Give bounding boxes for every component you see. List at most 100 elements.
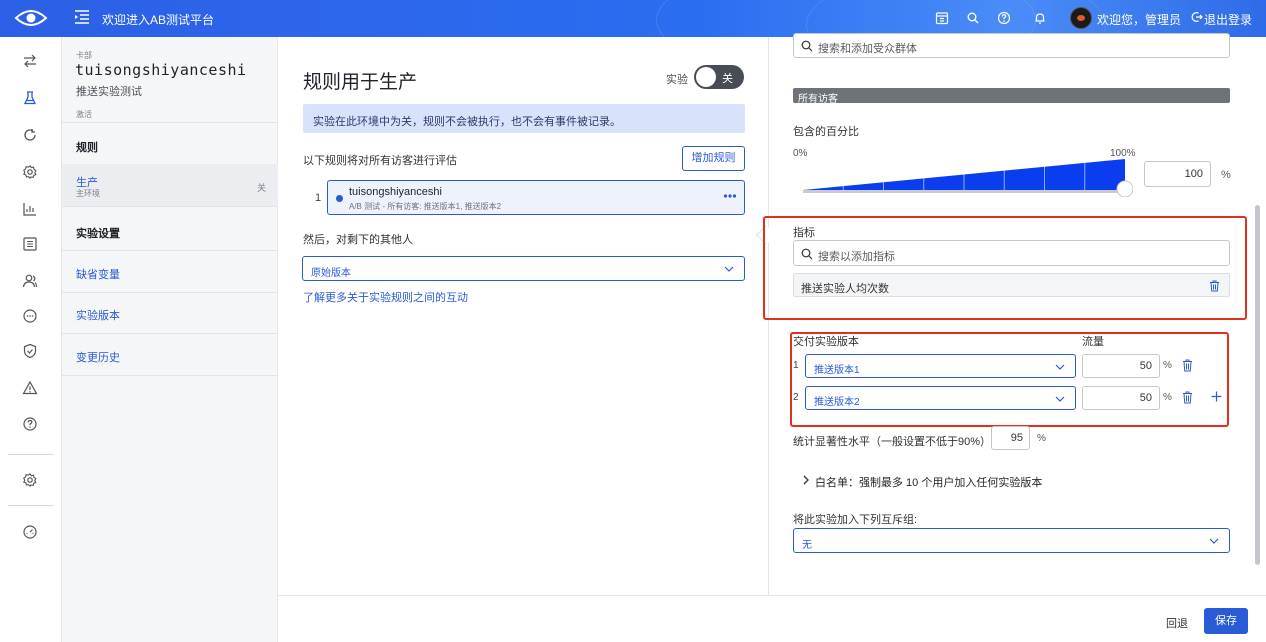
variation-name: 推送版本2 [814, 397, 860, 408]
then-text: 然后，对剩下的其他人 [303, 234, 413, 246]
calendar-icon[interactable] [935, 11, 949, 25]
header-decoration-2 [806, 0, 1106, 37]
traffic-label: 流量 [1082, 336, 1104, 348]
traffic-unit: % [1163, 392, 1172, 403]
settings-icon[interactable] [22, 472, 38, 488]
mutex-label: 将此实验加入下列互斥组: [793, 514, 918, 526]
nav-item-default-vars[interactable]: 缺省变量 [76, 266, 120, 282]
rule-name: tuisongshiyanceshi [349, 186, 442, 198]
mutex-select[interactable]: 无 [793, 528, 1230, 553]
save-button[interactable]: 保存 [1204, 608, 1248, 634]
percent-input[interactable]: 100 [1144, 161, 1211, 187]
learn-more-link[interactable]: 了解更多关于实验规则之间的互动 [303, 289, 468, 305]
experiment-toggle[interactable]: 关 [694, 65, 744, 89]
trash-icon[interactable] [1182, 391, 1193, 404]
rail-divider [8, 454, 54, 455]
variation-index: 1 [793, 360, 799, 371]
rules-panel: 规则用于生产 实验 关 实验在此环境中为关，规则不会被执行，也不会有事件被记录。… [278, 37, 768, 595]
shield-icon[interactable] [22, 343, 38, 359]
rule-detail-panel: 搜索和添加受众群体 所有访客 包含的百分比 0% 100% 100 % 指标 搜… [763, 33, 1255, 595]
toggle-knob [696, 67, 716, 87]
traffic-input-1[interactable]: 50 [1082, 354, 1160, 378]
trash-icon[interactable] [1182, 359, 1193, 372]
nav-item-history[interactable]: 变更历史 [76, 349, 120, 365]
welcome-text: 欢迎您，管理员 [1097, 13, 1182, 27]
nav-divider [62, 122, 278, 123]
rule-index: 1 [315, 192, 322, 204]
logout-icon[interactable] [1191, 11, 1203, 23]
variation-select-2[interactable]: 推送版本2 [805, 386, 1076, 410]
users-icon[interactable] [22, 273, 38, 289]
scrollbar[interactable] [1255, 205, 1260, 565]
trash-icon[interactable] [1209, 280, 1220, 292]
audience-placeholder: 搜索和添加受众群体 [818, 43, 917, 55]
flag-nav: 卡部 tuisongshiyanceshi 推送实验测试 激活 规则 生产 主环… [62, 37, 278, 642]
revert-button[interactable]: 回退 [1166, 615, 1188, 631]
mutex-value: 无 [802, 540, 812, 551]
nav-divider [62, 250, 278, 251]
nav-item-versions[interactable]: 实验版本 [76, 307, 120, 323]
flag-label: 卡部 [76, 51, 92, 60]
app-title: 欢迎进入AB测试平台 [102, 13, 215, 27]
search-icon[interactable] [966, 11, 980, 25]
traffic-input-2[interactable]: 50 [1082, 386, 1160, 410]
menu-icon[interactable] [74, 10, 90, 24]
nav-rules-heading: 规则 [76, 142, 98, 154]
nav-divider [62, 292, 278, 293]
add-rule-button[interactable]: 增加规则 [682, 146, 745, 171]
significance-input[interactable]: 95 [991, 426, 1030, 450]
percent-slider[interactable] [803, 157, 1133, 197]
toggle-state: 关 [722, 73, 733, 85]
significance-unit: % [1037, 433, 1046, 444]
list-icon[interactable] [22, 236, 38, 252]
flag-key: tuisongshiyanceshi [75, 61, 247, 79]
refresh-icon[interactable] [22, 127, 38, 143]
flag-name: 推送实验测试 [76, 86, 142, 98]
help-icon[interactable] [22, 416, 38, 432]
footer-bar: 回退 保存 [278, 595, 1266, 642]
bell-icon[interactable] [1033, 11, 1047, 25]
rule-status-dot [336, 195, 343, 202]
metric-placeholder: 搜索以添加指标 [818, 251, 895, 263]
alert-text: 实验在此环境中为关，规则不会被执行，也不会有事件被记录。 [313, 116, 621, 128]
percent-label: 包含的百分比 [793, 126, 859, 138]
metric-item: 推送实验人均次数 [793, 273, 1230, 297]
env-state: 关 [257, 183, 267, 193]
env-subtitle: 主环境 [76, 189, 100, 198]
metrics-title: 指标 [793, 227, 815, 239]
toggle-label: 实验 [666, 74, 688, 86]
metric-search[interactable]: 搜索以添加指标 [793, 240, 1230, 266]
nav-item-settings[interactable]: 实验设置 [76, 225, 120, 241]
metric-item-label: 推送实验人均次数 [801, 283, 889, 295]
gauge-icon[interactable] [22, 524, 38, 540]
audience-search[interactable]: 搜索和添加受众群体 [793, 33, 1230, 58]
metrics-highlight [763, 216, 1247, 320]
gear-icon[interactable] [22, 164, 38, 180]
eye-logo-icon[interactable] [14, 7, 48, 29]
variation-select-1[interactable]: 推送版本1 [805, 354, 1076, 378]
help-icon[interactable] [997, 11, 1011, 25]
percent-unit: % [1221, 169, 1231, 181]
fallback-select[interactable]: 原始版本 [302, 256, 745, 281]
rule-card[interactable]: tuisongshiyanceshi A/B 测试 - 所有访客: 推送版本1,… [327, 180, 745, 215]
search-icon [801, 248, 813, 260]
slider-track [803, 190, 1125, 193]
warning-icon[interactable] [22, 380, 38, 396]
chevron-down-icon [1055, 396, 1065, 402]
variation-index: 2 [793, 392, 799, 403]
flask-icon[interactable] [22, 90, 38, 106]
more-icon[interactable] [723, 190, 737, 202]
avatar[interactable] [1070, 7, 1092, 29]
eval-text: 以下规则将对所有访客进行评估 [303, 155, 457, 167]
bar-chart-icon[interactable] [22, 201, 38, 217]
add-variation-icon[interactable] [1211, 391, 1222, 402]
whitelist-toggle[interactable]: 白名单：强制最多 10 个用户加入任何实验版本 [815, 474, 1042, 490]
deliver-label: 交付实验版本 [793, 336, 859, 348]
nav-divider [62, 206, 278, 207]
switch-icon[interactable] [22, 53, 38, 69]
logout-link[interactable]: 退出登录 [1204, 11, 1252, 28]
slider-knob[interactable] [1116, 180, 1133, 197]
chevron-right-icon[interactable] [802, 475, 810, 485]
chat-icon[interactable] [22, 308, 38, 324]
info-alert: 实验在此环境中为关，规则不会被执行，也不会有事件被记录。 [303, 104, 745, 133]
